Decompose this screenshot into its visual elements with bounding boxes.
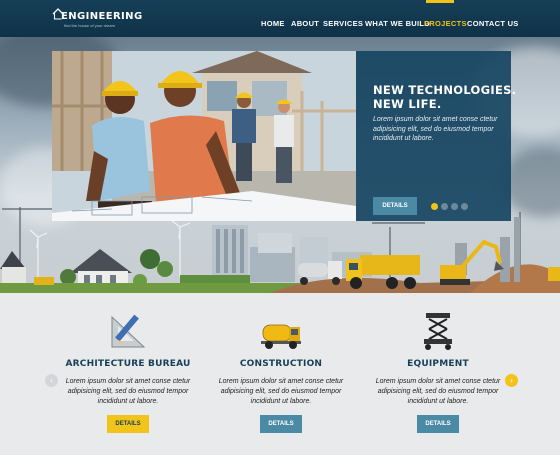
hero-photo	[52, 51, 356, 221]
nav-home[interactable]: HOME	[261, 19, 285, 28]
slider-dot-1[interactable]	[431, 203, 438, 210]
hero-description: Lorem ipsum dolor sit amet conse ctetur …	[373, 116, 498, 142]
feature-title: EQUIPMENT	[407, 359, 469, 369]
nav-about[interactable]: ABOUT	[291, 19, 319, 28]
hero-details-button[interactable]: DETAILS	[373, 197, 417, 215]
equipment-details-button[interactable]: DETAILS	[417, 415, 459, 433]
hero-banner: NEW TECHNOLOGIES. NEW LIFE. Lorem ipsum …	[0, 37, 560, 293]
feature-equipment: EQUIPMENT Lorem ipsum dolor sit amet con…	[358, 293, 518, 455]
feature-title: ARCHITECTURE BUREAU	[65, 359, 191, 369]
hero-title-line1: NEW TECHNOLOGIES.	[373, 83, 517, 97]
logo-title: ENGINEERING	[61, 11, 143, 22]
nav-projects[interactable]: PROJECTS	[424, 19, 467, 28]
feature-description: Lorem ipsum dolor sit amet conse ctetur …	[65, 378, 191, 405]
logo-tagline: find the house of your dream	[64, 23, 115, 28]
nav-services[interactable]: SERVICES	[323, 19, 363, 28]
feature-architecture-bureau: ARCHITECTURE BUREAU Lorem ipsum dolor si…	[48, 293, 208, 455]
feature-construction: CONSTRUCTION Lorem ipsum dolor sit amet …	[201, 293, 361, 455]
scissor-lift-icon	[424, 313, 452, 350]
slider-dot-4[interactable]	[461, 203, 468, 210]
slider-dot-2[interactable]	[441, 203, 448, 210]
nav-active-indicator	[426, 0, 454, 3]
feature-description: Lorem ipsum dolor sit amet conse ctetur …	[218, 378, 344, 405]
hero-title-line2: NEW LIFE.	[373, 97, 442, 111]
workers-blueprint-image	[52, 51, 356, 221]
site-header: ENGINEERING find the house of your dream…	[0, 0, 560, 37]
feature-description: Lorem ipsum dolor sit amet conse ctetur …	[375, 378, 501, 405]
slider-dot-3[interactable]	[451, 203, 458, 210]
concrete-mixer-truck-icon	[261, 324, 301, 349]
nav-what-we-build[interactable]: WHAT WE BUILD	[365, 19, 430, 28]
architecture-details-button[interactable]: DETAILS	[107, 415, 149, 433]
hero-caption: NEW TECHNOLOGIES. NEW LIFE. Lorem ipsum …	[356, 51, 516, 221]
drafting-ruler-pencil-icon	[111, 314, 146, 348]
feature-title: CONSTRUCTION	[239, 359, 323, 369]
nav-contact-us[interactable]: CONTACT US	[467, 19, 519, 28]
features-section: ‹ › ARCHITECTURE BUREAU Lorem ipsum dolo…	[0, 293, 560, 455]
construction-details-button[interactable]: DETAILS	[260, 415, 302, 433]
